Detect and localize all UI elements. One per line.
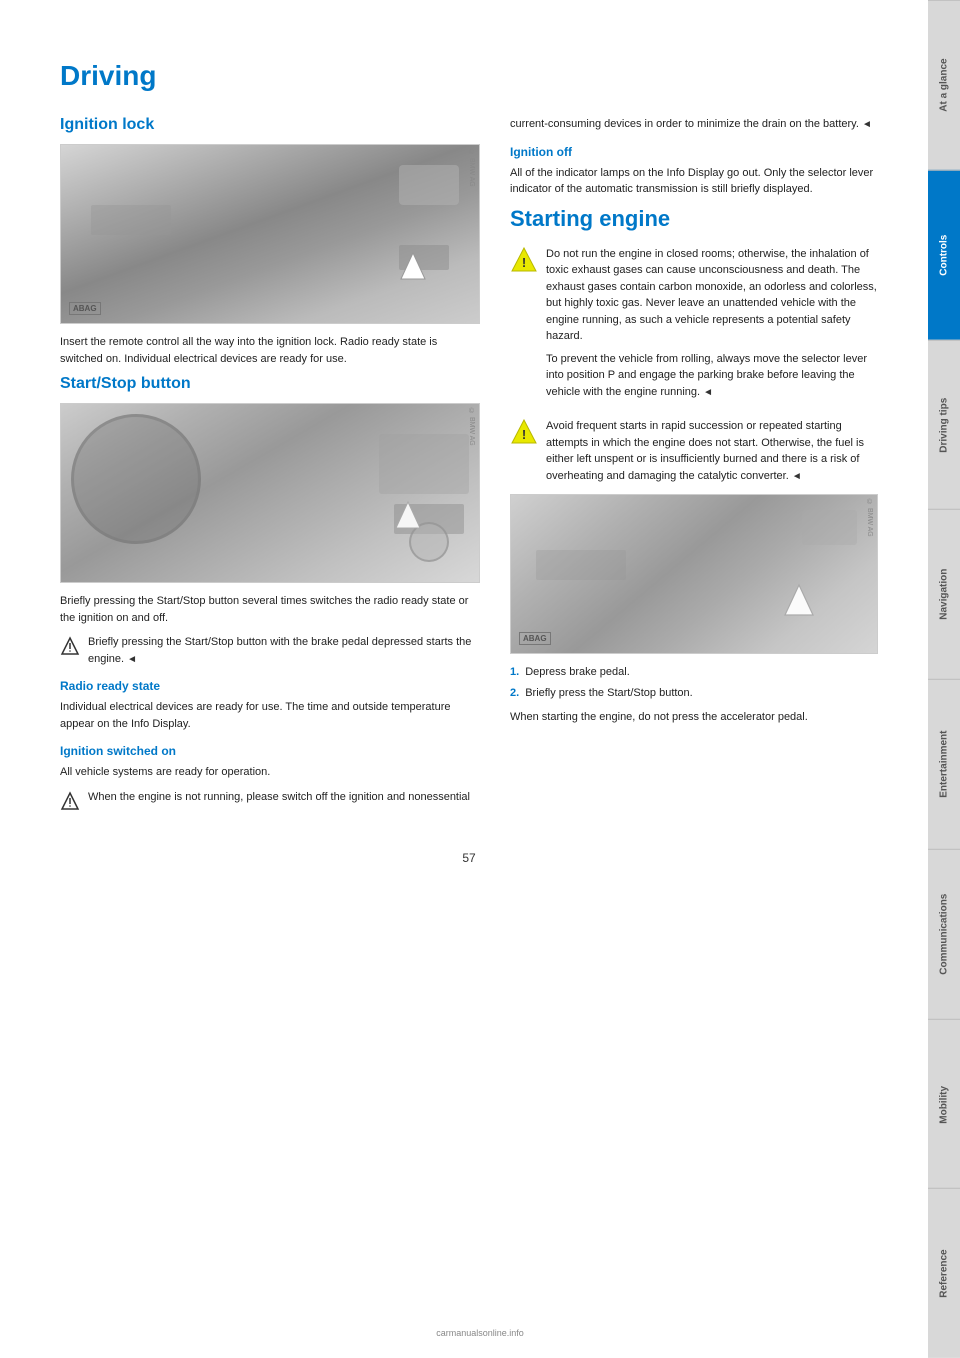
ignition-lock-body: Insert the remote control all the way in… [60,334,480,367]
note-triangle-icon-2 [60,791,80,811]
sidebar-tab-mobility[interactable]: Mobility [928,1019,960,1189]
sidebar-tab-driving-tips[interactable]: Driving tips [928,340,960,510]
watermark: carmanualsonline.info [436,1328,524,1338]
warning-text-1: Do not run the engine in closed rooms; o… [546,246,878,409]
ignition-off-continuation: current-consuming devices in order to mi… [510,116,878,133]
engine-start-footer: When starting the engine, do not press t… [510,709,878,726]
engine-start-image: ABAG © BMW AG [510,494,878,654]
image-watermark: © BMW AG [468,149,475,187]
start-stop-body: Briefly pressing the Start/Stop button s… [60,593,480,626]
engine-start-steps: 1. Depress brake pedal. 2. Briefly press… [510,664,878,701]
start-stop-note: Briefly pressing the Start/Stop button w… [60,634,480,667]
ignition-lock-image: ABAG © BMW AG [60,144,480,324]
image-watermark-3: © BMW AG [866,499,873,537]
ignition-lock-heading: Ignition lock [60,116,480,134]
warning-triangle-icon-2: ! [510,418,538,446]
starting-engine-heading: Starting engine [510,206,878,232]
svg-text:!: ! [522,427,526,442]
sidebar-tab-at-a-glance[interactable]: At a glance [928,0,960,170]
radio-ready-subheading: Radio ready state [60,679,480,693]
radio-ready-body: Individual electrical devices are ready … [60,699,480,732]
page-title: Driving [60,60,878,92]
page-number: 57 [60,841,878,865]
ignition-on-body: All vehicle systems are ready for operat… [60,764,480,781]
ignition-on-note-text: When the engine is not running, please s… [88,789,470,806]
warning-triangle-icon-1: ! [510,246,538,274]
image-watermark-2: © BMW AG [468,408,475,446]
left-column: Ignition lock ABAG © [60,116,480,821]
note-triangle-icon [60,636,80,656]
warning-box-1: ! Do not run the engine in closed rooms;… [510,246,878,409]
sidebar-tab-controls[interactable]: Controls [928,170,960,340]
ignition-off-body: All of the indicator lamps on the Info D… [510,165,878,198]
airbag-label: ABAG [69,302,101,315]
start-stop-image: © BMW AG [60,403,480,583]
ignition-on-subheading: Ignition switched on [60,744,480,758]
ignition-on-note: When the engine is not running, please s… [60,789,480,811]
sidebar-tab-communications[interactable]: Communications [928,849,960,1019]
sidebar: At a glance Controls Driving tips Naviga… [928,0,960,1358]
warning-text-2: Avoid frequent starts in rapid successio… [546,418,878,484]
right-column: current-consuming devices in order to mi… [510,116,878,821]
step-2: 2. Briefly press the Start/Stop button. [510,685,878,702]
ignition-arrow-indicator [397,251,429,288]
airbag-label-2: ABAG [519,632,551,645]
ignition-off-subheading: Ignition off [510,145,878,159]
start-stop-note-text: Briefly pressing the Start/Stop button w… [88,634,480,667]
step-1: 1. Depress brake pedal. [510,664,878,681]
sidebar-tab-navigation[interactable]: Navigation [928,509,960,679]
sidebar-tab-reference[interactable]: Reference [928,1188,960,1358]
start-stop-heading: Start/Stop button [60,375,480,393]
sidebar-tab-entertainment[interactable]: Entertainment [928,679,960,849]
warning-box-2: ! Avoid frequent starts in rapid success… [510,418,878,484]
svg-text:!: ! [522,255,526,270]
